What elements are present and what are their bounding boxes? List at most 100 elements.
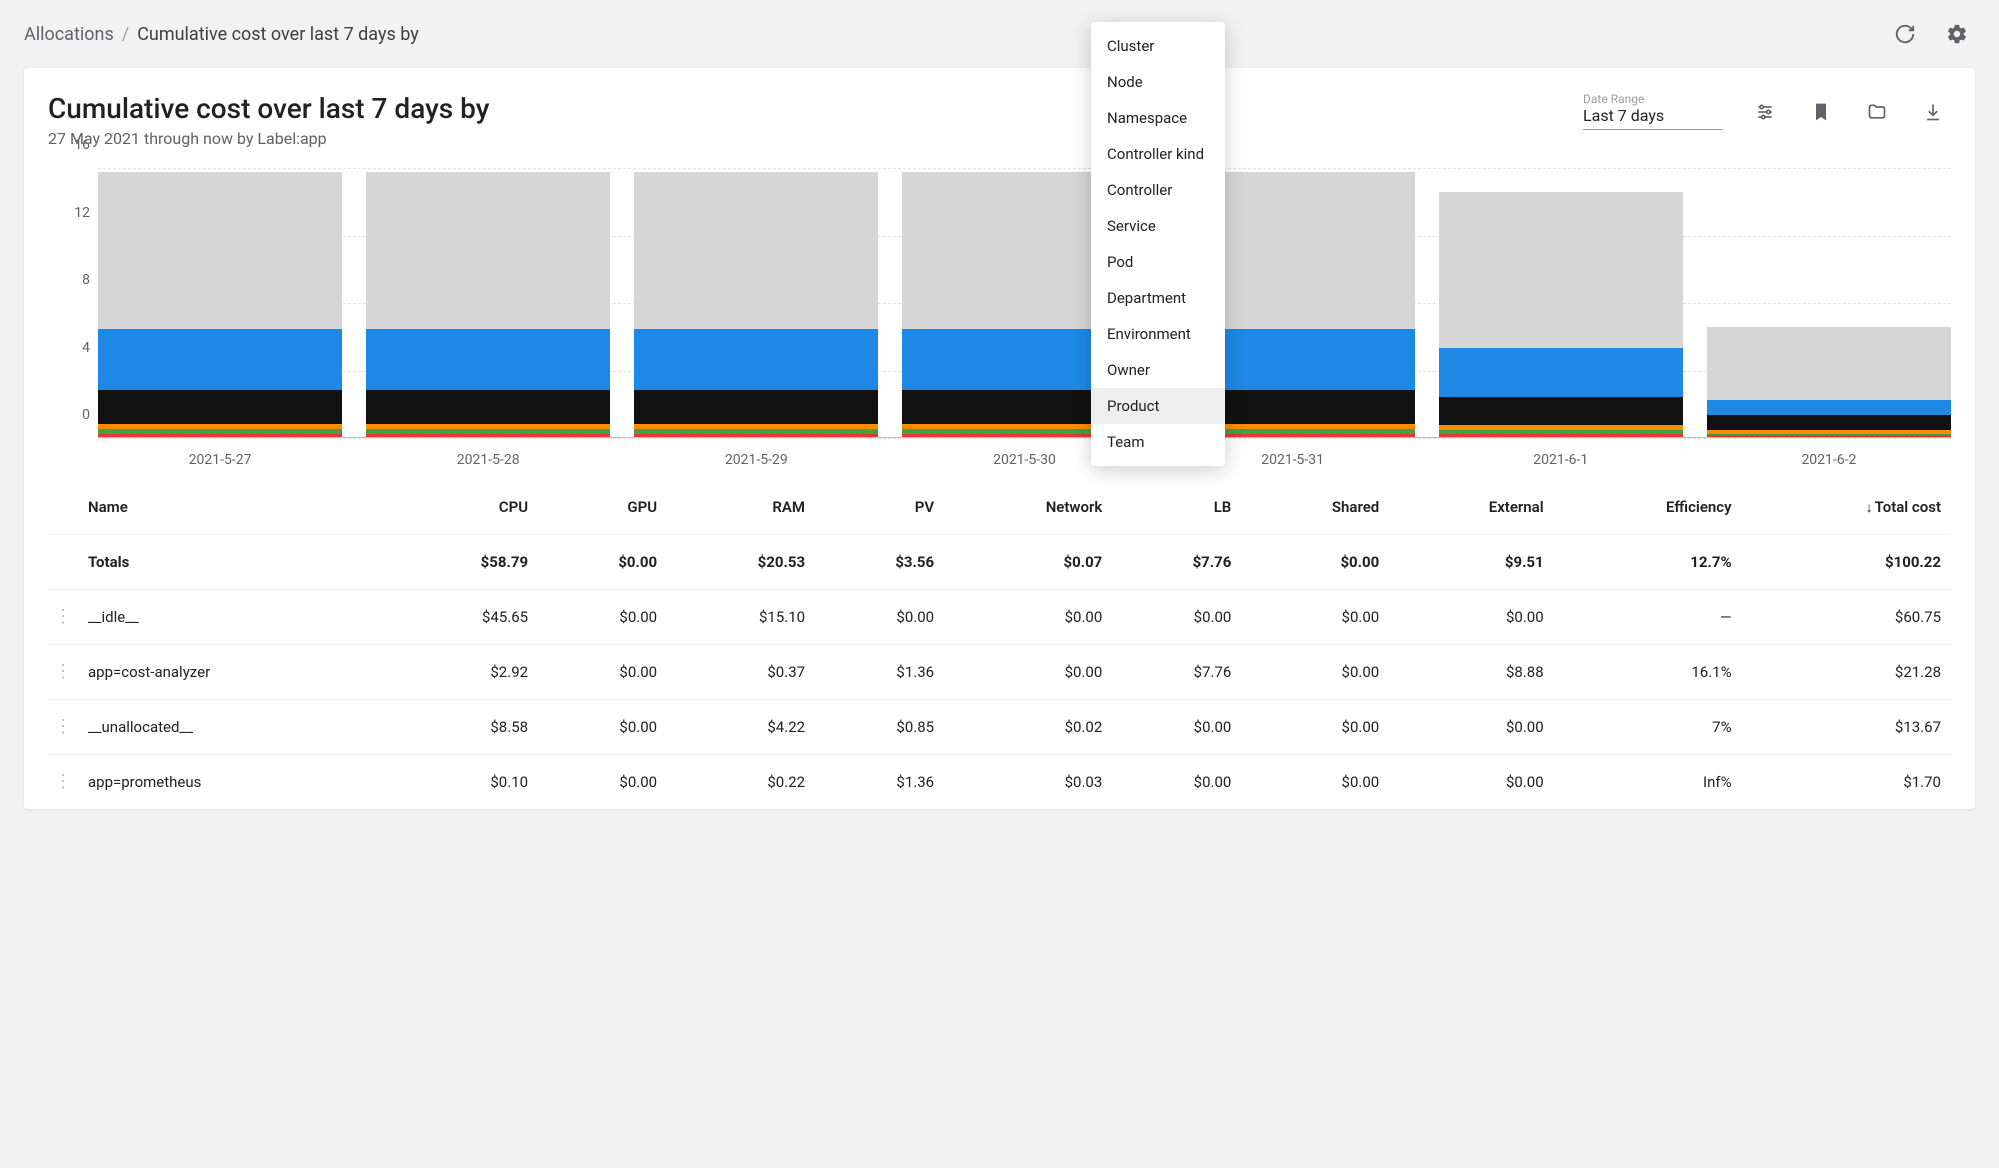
y-tick: 12 [74, 205, 90, 221]
settings-button[interactable] [1939, 16, 1975, 52]
bar-segment-blue [1707, 400, 1951, 415]
x-axis-labels: 2021-5-272021-5-282021-5-292021-5-302021… [98, 452, 1951, 468]
row-menu-icon[interactable]: ⋮ [54, 771, 72, 792]
bar-segment-red [1707, 435, 1951, 437]
col-cpu[interactable]: CPU [390, 480, 538, 535]
cell-efficiency: 16.1% [1554, 645, 1742, 700]
cell-external: $8.88 [1389, 645, 1553, 700]
sliders-icon [1755, 102, 1775, 122]
y-tick: 8 [82, 272, 90, 288]
dropdown-item-service[interactable]: Service [1091, 208, 1225, 244]
bar-stack [98, 172, 342, 437]
bar-column[interactable] [366, 172, 610, 437]
dropdown-item-node[interactable]: Node [1091, 64, 1225, 100]
dropdown-item-team[interactable]: Team [1091, 424, 1225, 460]
cell-ram: $0.22 [667, 755, 815, 810]
col-external[interactable]: External [1389, 480, 1553, 535]
dropdown-item-department[interactable]: Department [1091, 280, 1225, 316]
dropdown-item-environment[interactable]: Environment [1091, 316, 1225, 352]
cell-network: $0.02 [944, 700, 1112, 755]
row-menu-icon[interactable]: ⋮ [54, 661, 72, 682]
bar-column[interactable] [98, 172, 342, 437]
table-row: ⋮app=cost-analyzer$2.92$0.00$0.37$1.36$0… [48, 645, 1951, 700]
cell-lb: $7.76 [1112, 645, 1241, 700]
breadcrumb-root[interactable]: Allocations [24, 24, 114, 45]
bar-segment-red [366, 434, 610, 437]
col-total[interactable]: ↓Total cost [1742, 480, 1951, 535]
bar-segment-red [98, 434, 342, 437]
table-row: ⋮__unallocated__$8.58$0.00$4.22$0.85$0.0… [48, 700, 1951, 755]
cell-name: __unallocated__ [78, 700, 390, 755]
bar-segment-red [1439, 434, 1683, 437]
cell-cpu: $58.79 [390, 535, 538, 590]
cell-gpu: $0.00 [538, 700, 667, 755]
bar-segment-black [366, 390, 610, 424]
dropdown-item-controller[interactable]: Controller [1091, 172, 1225, 208]
x-axis-label: 2021-6-1 [1439, 452, 1683, 468]
bar-column[interactable] [1439, 192, 1683, 437]
cell-cpu: $2.92 [390, 645, 538, 700]
bar-column[interactable] [634, 172, 878, 437]
bar-column[interactable] [1707, 327, 1951, 437]
date-range-value: Last 7 days [1583, 106, 1723, 125]
cell-total: $13.67 [1742, 700, 1951, 755]
date-range-select[interactable]: Date Range Last 7 days [1583, 92, 1723, 130]
refresh-button[interactable] [1887, 16, 1923, 52]
page-subtitle: 27 May 2021 through now by Label:app [48, 129, 489, 148]
col-lb[interactable]: LB [1112, 480, 1241, 535]
cell-gpu: $0.00 [538, 590, 667, 645]
download-button[interactable] [1915, 94, 1951, 130]
bar-segment-idle [634, 172, 878, 329]
cell-lb: $7.76 [1112, 535, 1241, 590]
row-menu-icon[interactable]: ⋮ [54, 716, 72, 737]
cell-name: app=cost-analyzer [78, 645, 390, 700]
x-axis-label: 2021-5-29 [634, 452, 878, 468]
open-button[interactable] [1859, 94, 1895, 130]
cell-name: Totals [78, 535, 390, 590]
control-icons [1747, 94, 1951, 130]
breadcrumb: Allocations / Cumulative cost over last … [24, 24, 419, 45]
col-shared[interactable]: Shared [1241, 480, 1389, 535]
cell-ram: $0.37 [667, 645, 815, 700]
cell-name: app=prometheus [78, 755, 390, 810]
dropdown-item-product[interactable]: Product [1091, 388, 1225, 424]
gear-icon [1946, 23, 1968, 45]
dropdown-item-namespace[interactable]: Namespace [1091, 100, 1225, 136]
col-network[interactable]: Network [944, 480, 1112, 535]
refresh-icon [1894, 23, 1916, 45]
cell-cpu: $0.10 [390, 755, 538, 810]
y-tick: 4 [82, 340, 90, 356]
col-total-label: Total cost [1875, 498, 1941, 516]
cell-network: $0.03 [944, 755, 1112, 810]
folder-icon [1867, 102, 1887, 122]
sort-arrow-icon: ↓ [1866, 500, 1873, 516]
y-tick: 0 [82, 407, 90, 423]
cell-pv: $1.36 [815, 645, 944, 700]
filter-button[interactable] [1747, 94, 1783, 130]
breadcrumb-current: Cumulative cost over last 7 days by [137, 24, 419, 45]
cell-cpu: $45.65 [390, 590, 538, 645]
breadcrumb-separator: / [122, 24, 129, 45]
card-header: Cumulative cost over last 7 days by 27 M… [48, 92, 1951, 148]
col-efficiency[interactable]: Efficiency [1554, 480, 1742, 535]
table-row: ⋮app=prometheus$0.10$0.00$0.22$1.36$0.03… [48, 755, 1951, 810]
bar-stack [634, 172, 878, 437]
col-gpu[interactable]: GPU [538, 480, 667, 535]
bar-segment-idle [366, 172, 610, 329]
dropdown-item-cluster[interactable]: Cluster [1091, 28, 1225, 64]
cell-shared: $0.00 [1241, 535, 1389, 590]
bar-segment-idle [98, 172, 342, 329]
bookmark-button[interactable] [1803, 94, 1839, 130]
cell-gpu: $0.00 [538, 645, 667, 700]
aggregate-dropdown: ClusterNodeNamespaceController kindContr… [1091, 22, 1225, 466]
dropdown-item-pod[interactable]: Pod [1091, 244, 1225, 280]
bar-segment-black [1439, 397, 1683, 426]
dropdown-item-controller-kind[interactable]: Controller kind [1091, 136, 1225, 172]
dropdown-item-owner[interactable]: Owner [1091, 352, 1225, 388]
col-pv[interactable]: PV [815, 480, 944, 535]
table-body: Totals$58.79$0.00$20.53$3.56$0.07$7.76$0… [48, 535, 1951, 810]
col-ram[interactable]: RAM [667, 480, 815, 535]
col-name[interactable]: Name [78, 480, 390, 535]
cell-lb: $0.00 [1112, 590, 1241, 645]
row-menu-icon[interactable]: ⋮ [54, 606, 72, 627]
